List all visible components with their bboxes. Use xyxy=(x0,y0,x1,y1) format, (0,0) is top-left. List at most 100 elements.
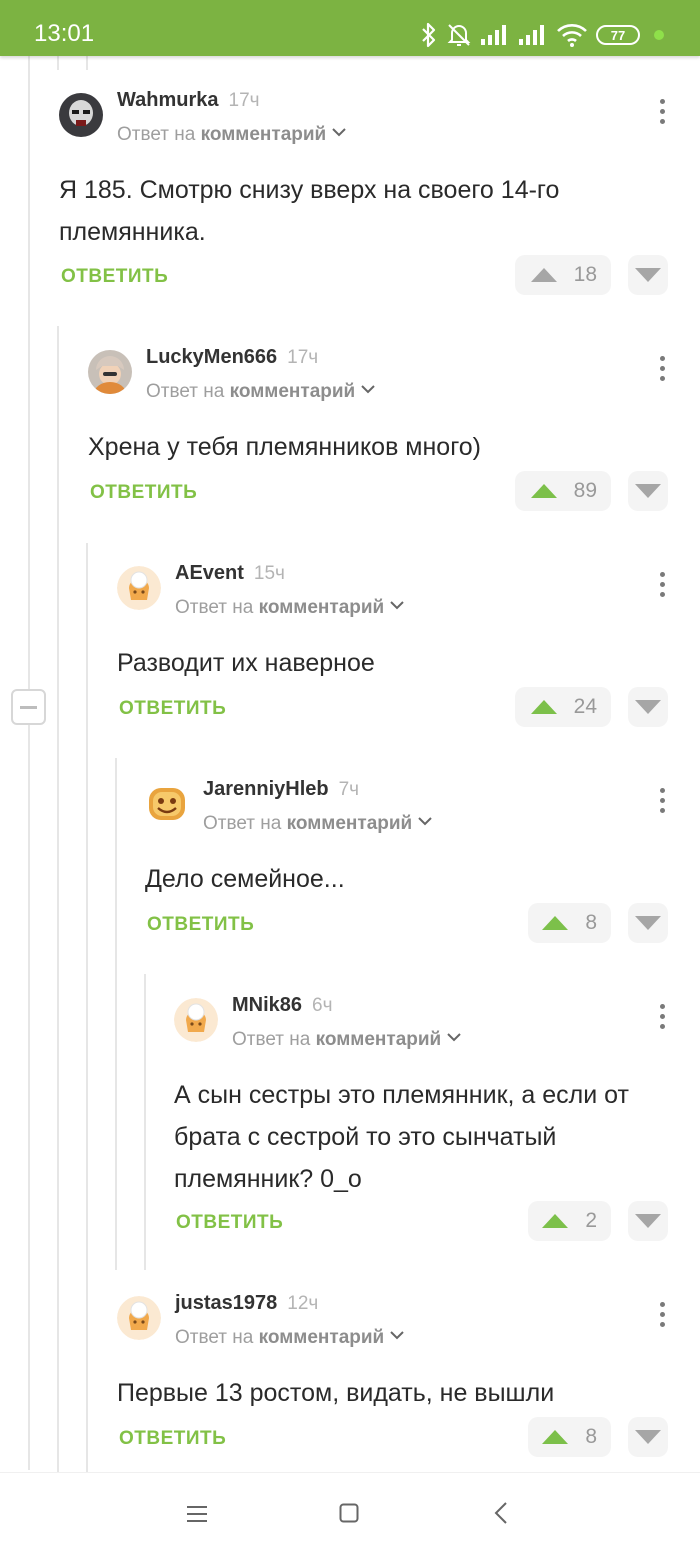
downvote-button[interactable] xyxy=(628,1201,668,1241)
system-navigation-bar xyxy=(0,1472,700,1556)
status-time: 13:01 xyxy=(34,20,95,47)
collapse-thread-button[interactable] xyxy=(11,689,46,725)
chevron-down-icon xyxy=(361,385,375,394)
avatar[interactable] xyxy=(88,350,132,394)
avatar[interactable] xyxy=(117,1296,161,1340)
chevron-down-icon xyxy=(418,817,432,826)
upvote-button[interactable]: 8 xyxy=(528,1417,611,1457)
comment-text: А сын сестры это племянник, а если от бр… xyxy=(174,1081,629,1193)
comment-text: Хрена у тебя племянников много) xyxy=(88,433,482,461)
comment-author[interactable]: JarenniyHleb 7ч xyxy=(203,778,359,801)
downvote-icon xyxy=(635,268,661,282)
thread-line xyxy=(28,725,30,1470)
comment-age: 6ч xyxy=(312,995,333,1016)
thread-line xyxy=(86,56,88,70)
reply-to-link[interactable]: Ответ на комментарий xyxy=(175,1327,404,1349)
upvote-icon xyxy=(530,484,557,498)
reply-to-link[interactable]: Ответ на комментарий xyxy=(232,1029,461,1051)
comment-text: Дело семейное... xyxy=(145,865,345,893)
comment-text: Я 185. Смотрю снизу вверх на своего 14-г… xyxy=(59,176,560,246)
more-options-icon[interactable] xyxy=(657,1302,667,1332)
notification-dot xyxy=(654,30,664,40)
downvote-button[interactable] xyxy=(628,687,668,727)
bluetooth-icon xyxy=(422,22,436,48)
downvote-button[interactable] xyxy=(628,255,668,295)
downvote-button[interactable] xyxy=(628,471,668,511)
comment-author[interactable]: justas1978 12ч xyxy=(175,1292,318,1315)
thread-line xyxy=(115,758,117,1270)
menu-icon xyxy=(187,1506,207,1522)
back-button[interactable] xyxy=(494,1502,508,1529)
chevron-down-icon xyxy=(447,1033,461,1042)
avatar[interactable] xyxy=(145,782,189,826)
comment-age: 12ч xyxy=(287,1293,319,1314)
more-options-icon[interactable] xyxy=(657,572,667,602)
comment-text: Первые 13 ростом, видать, не вышли xyxy=(117,1379,555,1407)
home-square-icon xyxy=(339,1503,359,1523)
downvote-icon xyxy=(635,1430,661,1444)
status-bar: 13:01 77 xyxy=(0,0,700,56)
comment-author[interactable]: Wahmurka 17ч xyxy=(117,89,260,112)
avatar[interactable] xyxy=(174,998,218,1042)
thread-line xyxy=(144,974,146,1270)
chevron-down-icon xyxy=(390,1331,404,1340)
comment-age: 17ч xyxy=(228,90,260,111)
vote-count: 8 xyxy=(585,911,597,934)
reply-to-link[interactable]: Ответ на комментарий xyxy=(175,597,404,619)
upvote-icon xyxy=(542,1430,569,1444)
signal-icon xyxy=(481,25,506,45)
more-options-icon[interactable] xyxy=(657,99,667,129)
vote-count: 18 xyxy=(573,263,597,286)
vote-count: 24 xyxy=(573,695,597,718)
upvote-icon xyxy=(542,916,569,930)
comment-age: 17ч xyxy=(287,347,319,368)
more-options-icon[interactable] xyxy=(657,356,667,386)
chevron-down-icon xyxy=(332,128,346,137)
more-options-icon[interactable] xyxy=(657,1004,667,1034)
thread-line xyxy=(57,326,59,1472)
reply-button[interactable]: ОТВЕТИТЬ xyxy=(176,1212,283,1234)
reply-button[interactable]: ОТВЕТИТЬ xyxy=(119,1428,226,1450)
reply-to-link[interactable]: Ответ на комментарий xyxy=(117,124,346,146)
upvote-button[interactable]: 2 xyxy=(528,1201,611,1241)
wifi-icon xyxy=(557,24,587,47)
more-options-icon[interactable] xyxy=(657,788,667,818)
upvote-icon xyxy=(530,268,557,282)
vote-count: 8 xyxy=(585,1425,597,1448)
reply-button[interactable]: ОТВЕТИТЬ xyxy=(119,698,226,720)
signal-icon xyxy=(519,25,544,45)
upvote-icon xyxy=(542,1214,569,1228)
downvote-button[interactable] xyxy=(628,1417,668,1457)
thread-line xyxy=(57,56,59,70)
reply-to-link[interactable]: Ответ на комментарий xyxy=(146,381,375,403)
comment-author[interactable]: MNik86 6ч xyxy=(232,994,333,1017)
avatar[interactable] xyxy=(59,93,103,137)
comment-author[interactable]: AEvent 15ч xyxy=(175,562,285,585)
back-chevron-icon xyxy=(494,1502,507,1524)
reply-button[interactable]: ОТВЕТИТЬ xyxy=(61,266,168,288)
reply-button[interactable]: ОТВЕТИТЬ xyxy=(147,914,254,936)
chevron-down-icon xyxy=(390,601,404,610)
upvote-button[interactable]: 89 xyxy=(515,471,611,511)
vote-count: 89 xyxy=(573,479,597,502)
upvote-button[interactable]: 24 xyxy=(515,687,611,727)
reply-to-link[interactable]: Ответ на комментарий xyxy=(203,813,432,835)
reply-button[interactable]: ОТВЕТИТЬ xyxy=(90,482,197,504)
downvote-icon xyxy=(635,1214,661,1228)
comment-age: 15ч xyxy=(253,563,285,584)
status-icons: 77 xyxy=(420,18,664,52)
downvote-icon xyxy=(635,484,661,498)
upvote-icon xyxy=(530,700,557,714)
comment-text: Разводит их наверное xyxy=(117,649,375,677)
thread-line xyxy=(28,56,30,689)
thread-line xyxy=(86,543,88,1472)
home-button[interactable] xyxy=(339,1503,359,1528)
downvote-button[interactable] xyxy=(628,903,668,943)
battery-indicator: 77 xyxy=(596,25,640,45)
upvote-button[interactable]: 8 xyxy=(528,903,611,943)
comment-author[interactable]: LuckyMen666 17ч xyxy=(146,346,318,369)
vote-count: 2 xyxy=(585,1209,597,1232)
recent-apps-button[interactable] xyxy=(187,1505,207,1528)
avatar[interactable] xyxy=(117,566,161,610)
upvote-button[interactable]: 18 xyxy=(515,255,611,295)
